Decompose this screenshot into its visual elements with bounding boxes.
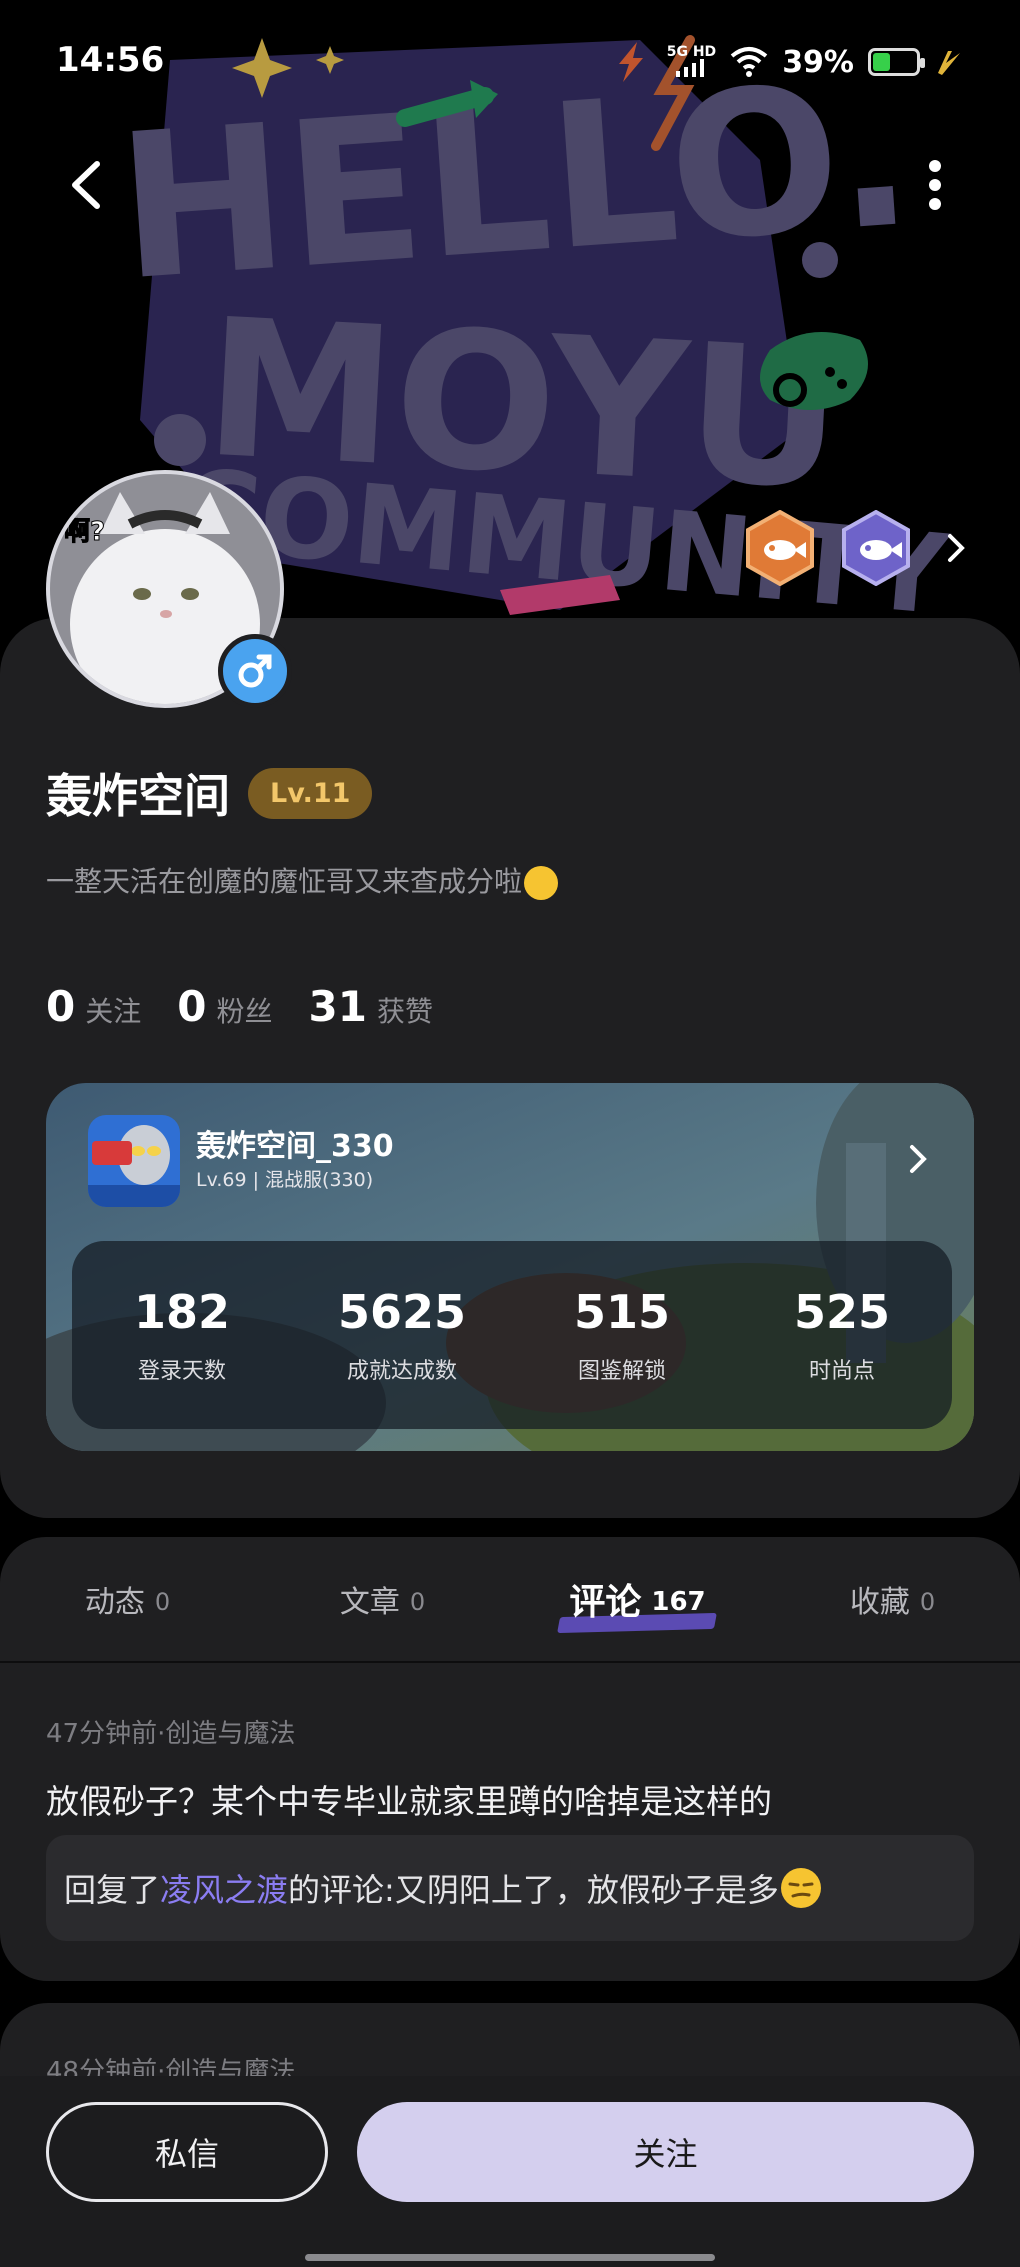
stat-label: 粉丝 [216,995,273,1028]
comment-reply-box[interactable]: 回复了 凌风之渡 的评论:又阴阳上了，放假砂子是多 [46,1835,974,1941]
game-stat-value: 525 [793,1285,891,1339]
chevron-right-icon [910,1145,927,1173]
hugging-face-emoji-icon [524,866,559,900]
chevron-left-icon [72,161,100,209]
game-stat-label: 登录天数 [137,1359,226,1384]
game-stat-label: 图鉴解锁 [577,1359,666,1384]
username: 轰炸空间 [46,769,230,823]
home-indicator[interactable] [305,2254,715,2261]
stat-number: 0 [46,982,76,1031]
wifi-icon [730,47,768,77]
tab-favorites[interactable]: 收藏 0 [765,1537,1020,1661]
game-account-level-server: Lv.69 | 混战服(330) [196,1169,374,1191]
stat-label: 关注 [85,995,142,1028]
network-indicator: 5G HD [667,45,716,80]
username-row: 轰炸空间 Lv.11 [46,760,373,826]
male-icon [238,654,272,688]
tab-label: 评论 [569,1582,642,1623]
game-stat-label: 时尚点 [808,1359,875,1384]
game-account-name: 轰炸空间_330 [196,1129,394,1164]
level-badge: Lv.11 [248,767,373,819]
game-card[interactable]: 轰炸空间_330 Lv.69 | 混战服(330) 182 登录天数 5625 … [46,1083,974,1451]
stat-followers[interactable]: 0 粉丝 [177,982,272,1031]
tab-count: 0 [154,1588,171,1616]
status-time: 14:56 [56,40,165,80]
bio-text: 一整天活在创魔的魔怔哥又来查成分啦 [46,865,523,898]
comment-post-title[interactable]: 放假砂子？某个中专毕业就家里蹲的啥掉是这样的 [46,1775,772,1823]
gender-badge [218,634,292,708]
badge-list[interactable] [744,510,976,586]
game-stat-fashion: 525 时尚点 [732,1241,952,1429]
stat-number: 0 [177,982,207,1031]
game-stat-value: 5625 [337,1285,467,1339]
charging-bolt-icon [618,42,643,82]
tab-posts[interactable]: 动态 0 [0,1537,255,1661]
signal-icon [676,58,705,77]
game-stat-achievements: 5625 成就达成数 [292,1241,512,1429]
ultraman-game-icon [88,1115,180,1207]
battery-icon [868,48,925,76]
chevron-right-icon [948,534,965,562]
game-stats-panel: 182 登录天数 5625 成就达成数 515 图鉴解锁 525 时尚点 [72,1241,952,1429]
battery-fill [873,53,891,71]
game-icon [88,1115,180,1207]
game-stat-login-days: 182 登录天数 [72,1241,292,1429]
game-stat-label: 成就达成数 [346,1359,457,1384]
fish-badge-purple-icon[interactable] [840,510,912,586]
profile-stats: 0 关注 0 粉丝 31 获赞 [46,982,433,1031]
game-stat-collection: 515 图鉴解锁 [512,1241,732,1429]
content-tabs: 动态 0 文章 0 评论 167 收藏 0 [0,1537,1020,1661]
tab-label: 文章 [339,1585,400,1620]
game-stat-value: 515 [573,1285,671,1339]
battery-percent: 39% [782,44,854,80]
tab-count: 167 [651,1587,706,1617]
message-button[interactable]: 私信 [46,2102,328,2202]
avatar-caption: 啊? [64,517,105,547]
back-button[interactable] [52,150,122,220]
reply-user-link[interactable]: 凌风之渡 [160,1865,288,1911]
tab-count: 0 [409,1588,426,1616]
game-stat-value: 182 [133,1285,231,1339]
status-bar: 14:56 5G HD 39% [0,0,1020,120]
bio: 一整天活在创魔的魔怔哥又来查成分啦 [46,860,559,900]
status-icons: 5G HD 39% [609,40,964,84]
tab-label: 动态 [84,1585,145,1620]
stat-label: 获赞 [376,995,433,1028]
follow-button[interactable]: 关注 [357,2102,974,2202]
more-options-button[interactable] [900,150,970,220]
fish-badge-orange-icon[interactable] [744,510,816,586]
more-vertical-icon [929,160,941,210]
badges-more-button[interactable] [936,528,976,568]
reply-text: 的评论:又阴阳上了，放假砂子是多 [288,1871,779,1909]
tab-comments-inner: 评论 167 [557,1573,718,1634]
stat-following[interactable]: 0 关注 [46,982,141,1031]
fast-charge-icon [938,51,960,75]
bottom-action-bar: 私信 关注 [0,2076,1020,2267]
tab-comments[interactable]: 评论 167 [510,1537,765,1661]
smirk-emoji-icon [780,1868,821,1908]
comment-meta: 47分钟前·创造与魔法 [46,1719,296,1749]
stat-number: 31 [308,982,367,1031]
reply-prefix: 回复了 [64,1871,161,1909]
tab-label: 收藏 [849,1585,910,1620]
comment-item[interactable]: 47分钟前·创造与魔法 放假砂子？某个中专毕业就家里蹲的啥掉是这样的 回复了 凌风… [0,1663,1020,1981]
stat-likes: 31 获赞 [309,982,433,1031]
tab-count: 0 [919,1588,936,1616]
tab-articles[interactable]: 文章 0 [255,1537,510,1661]
